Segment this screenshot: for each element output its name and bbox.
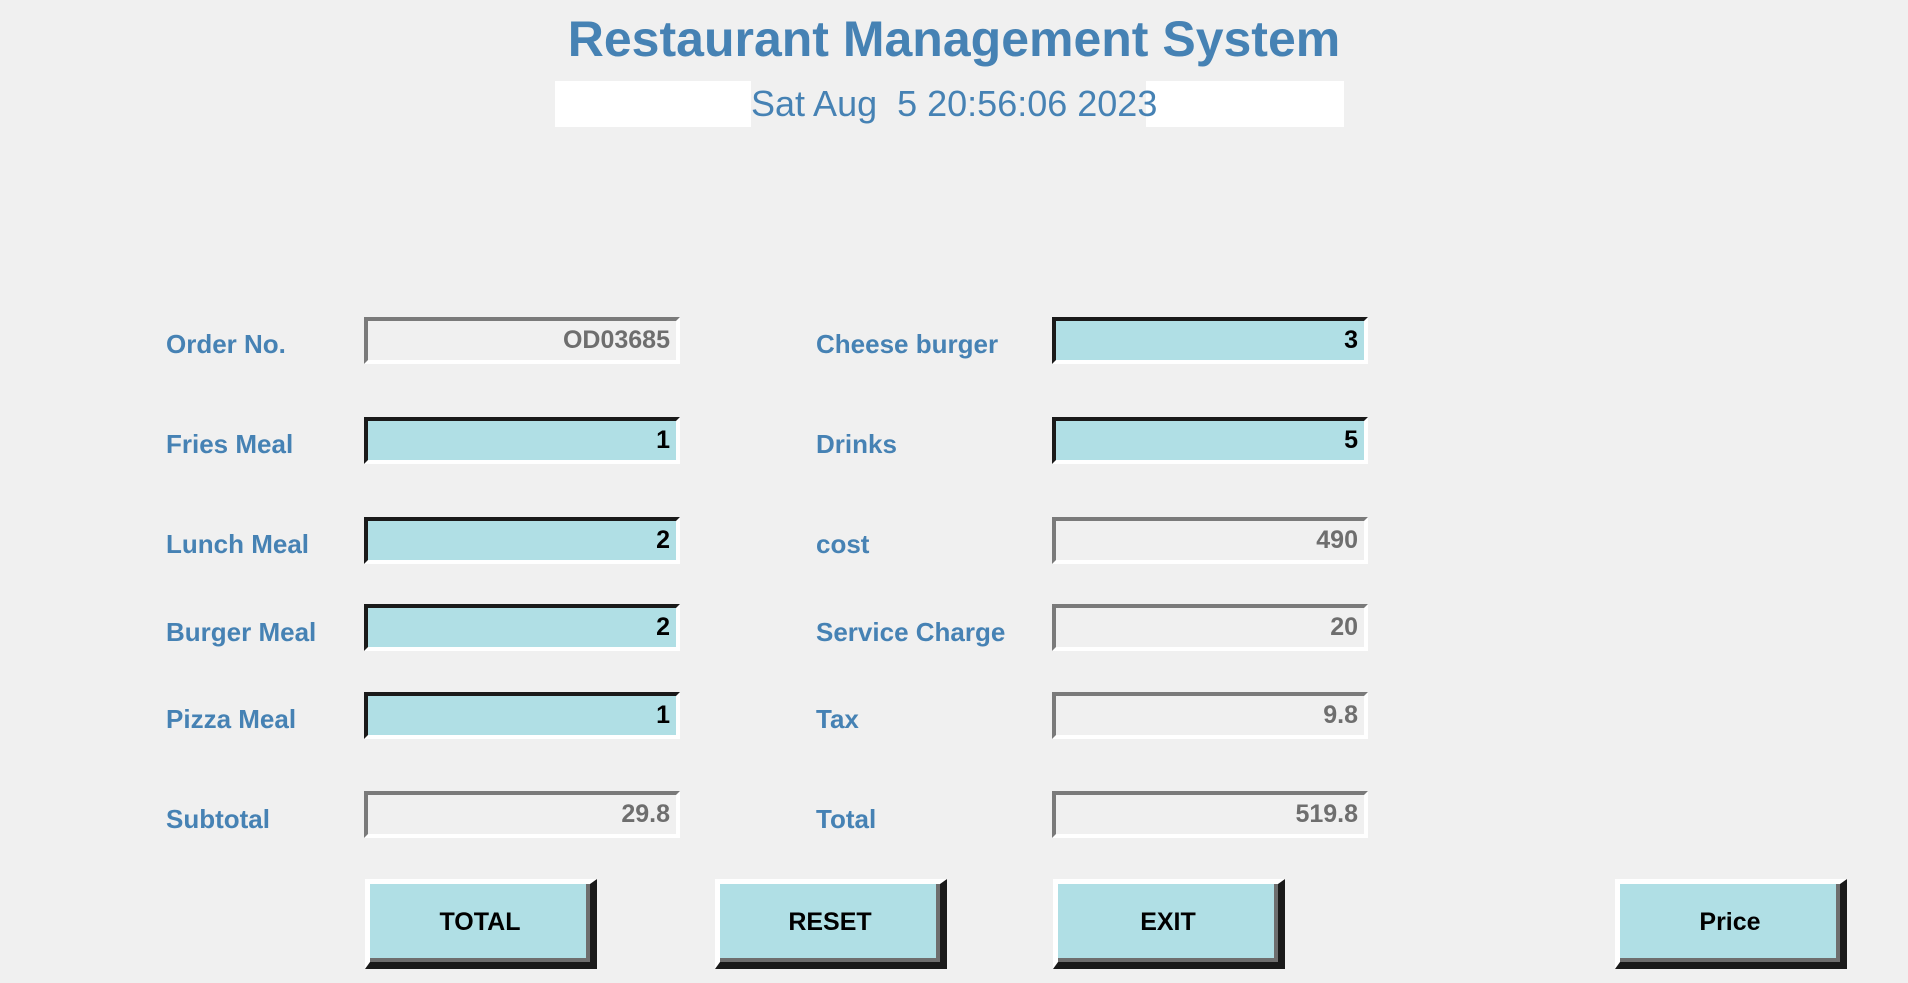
exit-button[interactable]: EXIT [1053, 879, 1285, 969]
lunch-meal-label: Lunch Meal [166, 529, 310, 559]
fries-meal-label: Fries Meal [166, 429, 294, 459]
price-button[interactable]: Price [1615, 879, 1847, 969]
tax-label: Tax [816, 704, 859, 734]
tax-field[interactable] [1052, 692, 1368, 739]
drinks-field[interactable] [1052, 417, 1368, 464]
service-charge-field[interactable] [1052, 604, 1368, 651]
app-title: Restaurant Management System [567, 11, 1341, 67]
cost-field[interactable] [1052, 517, 1368, 564]
subtotal-label: Subtotal [166, 804, 270, 834]
pizza-meal-label: Pizza Meal [166, 704, 297, 734]
cost-label: cost [816, 529, 870, 559]
total-field[interactable] [1052, 791, 1368, 838]
burger-meal-label: Burger Meal [166, 617, 317, 647]
cheese-burger-label: Cheese burger [816, 329, 999, 359]
fries-meal-field[interactable] [364, 417, 680, 464]
service-charge-label: Service Charge [816, 617, 1006, 647]
reset-button[interactable]: RESET [715, 879, 947, 969]
subtotal-field[interactable] [364, 791, 680, 838]
total-button[interactable]: TOTAL [365, 879, 597, 969]
datetime-display: Sat Aug 5 20:56:06 2023 [751, 81, 1157, 127]
order-no-label: Order No. [166, 329, 286, 359]
burger-meal-field[interactable] [364, 604, 680, 651]
cheese-burger-field[interactable] [1052, 317, 1368, 364]
total-label: Total [816, 804, 877, 834]
lunch-meal-field[interactable] [364, 517, 680, 564]
order-no-field[interactable] [364, 317, 680, 364]
pizza-meal-field[interactable] [364, 692, 680, 739]
drinks-label: Drinks [816, 429, 897, 459]
